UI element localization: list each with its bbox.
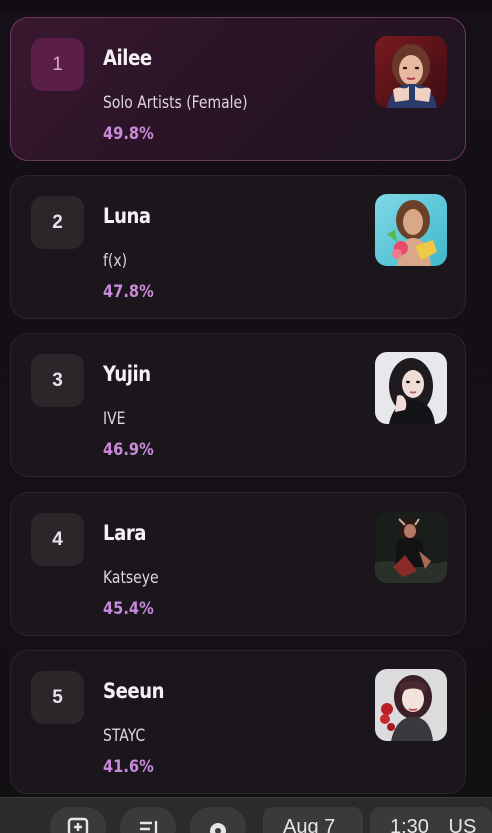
vote-percent: 46.9% bbox=[103, 440, 154, 460]
assistant-button[interactable] bbox=[190, 807, 246, 833]
status-tray[interactable]: 1:30 US bbox=[370, 807, 492, 833]
artist-group: Solo Artists (Female) bbox=[103, 93, 248, 113]
artist-name: Lara bbox=[103, 521, 147, 545]
artist-photo bbox=[375, 194, 447, 266]
ranking-page: 1 Ailee Solo Artists (Female) 49.8% 2 Lu… bbox=[0, 0, 492, 833]
vote-percent: 45.4% bbox=[103, 599, 154, 619]
artist-photo bbox=[375, 36, 447, 108]
screenshot-button[interactable] bbox=[50, 807, 106, 833]
artist-group: Katseye bbox=[103, 568, 159, 588]
rank-badge: 1 bbox=[31, 38, 84, 91]
rank-badge: 5 bbox=[31, 671, 84, 724]
region-label: US bbox=[448, 816, 477, 833]
ranking-card-5[interactable]: 5 Seeun STAYC 41.6% bbox=[10, 650, 466, 794]
artist-name: Luna bbox=[103, 204, 151, 228]
artist-group: f(x) bbox=[103, 251, 128, 271]
clock-time: 1:30 bbox=[390, 816, 429, 833]
vote-percent: 41.6% bbox=[103, 757, 154, 777]
vote-percent: 49.8% bbox=[103, 124, 154, 144]
list-icon bbox=[140, 821, 158, 833]
ranking-card-3[interactable]: 3 Yujin IVE 46.9% bbox=[10, 333, 466, 477]
artist-photo bbox=[375, 669, 447, 741]
artist-name: Ailee bbox=[103, 46, 152, 70]
artist-group: IVE bbox=[103, 409, 126, 429]
screen-capture-icon bbox=[67, 817, 89, 833]
date-indicator[interactable]: Aug 7 bbox=[263, 807, 363, 833]
artist-photo bbox=[375, 511, 447, 583]
artist-photo bbox=[375, 352, 447, 424]
ranking-card-1[interactable]: 1 Ailee Solo Artists (Female) 49.8% bbox=[10, 17, 466, 161]
top-edge bbox=[0, 0, 492, 10]
system-taskbar: Aug 7 1:30 US bbox=[0, 797, 492, 833]
artist-name: Yujin bbox=[103, 362, 151, 386]
artist-name: Seeun bbox=[103, 679, 165, 703]
clipboard-button[interactable] bbox=[120, 807, 176, 833]
rank-badge: 2 bbox=[31, 196, 84, 249]
vote-percent: 47.8% bbox=[103, 282, 154, 302]
assistant-icon bbox=[210, 823, 226, 833]
ranking-card-4[interactable]: 4 Lara Katseye 45.4% bbox=[10, 492, 466, 636]
artist-group: STAYC bbox=[103, 726, 146, 746]
rank-badge: 4 bbox=[31, 513, 84, 566]
ranking-card-2[interactable]: 2 Luna f(x) 47.8% bbox=[10, 175, 466, 319]
rank-badge: 3 bbox=[31, 354, 84, 407]
